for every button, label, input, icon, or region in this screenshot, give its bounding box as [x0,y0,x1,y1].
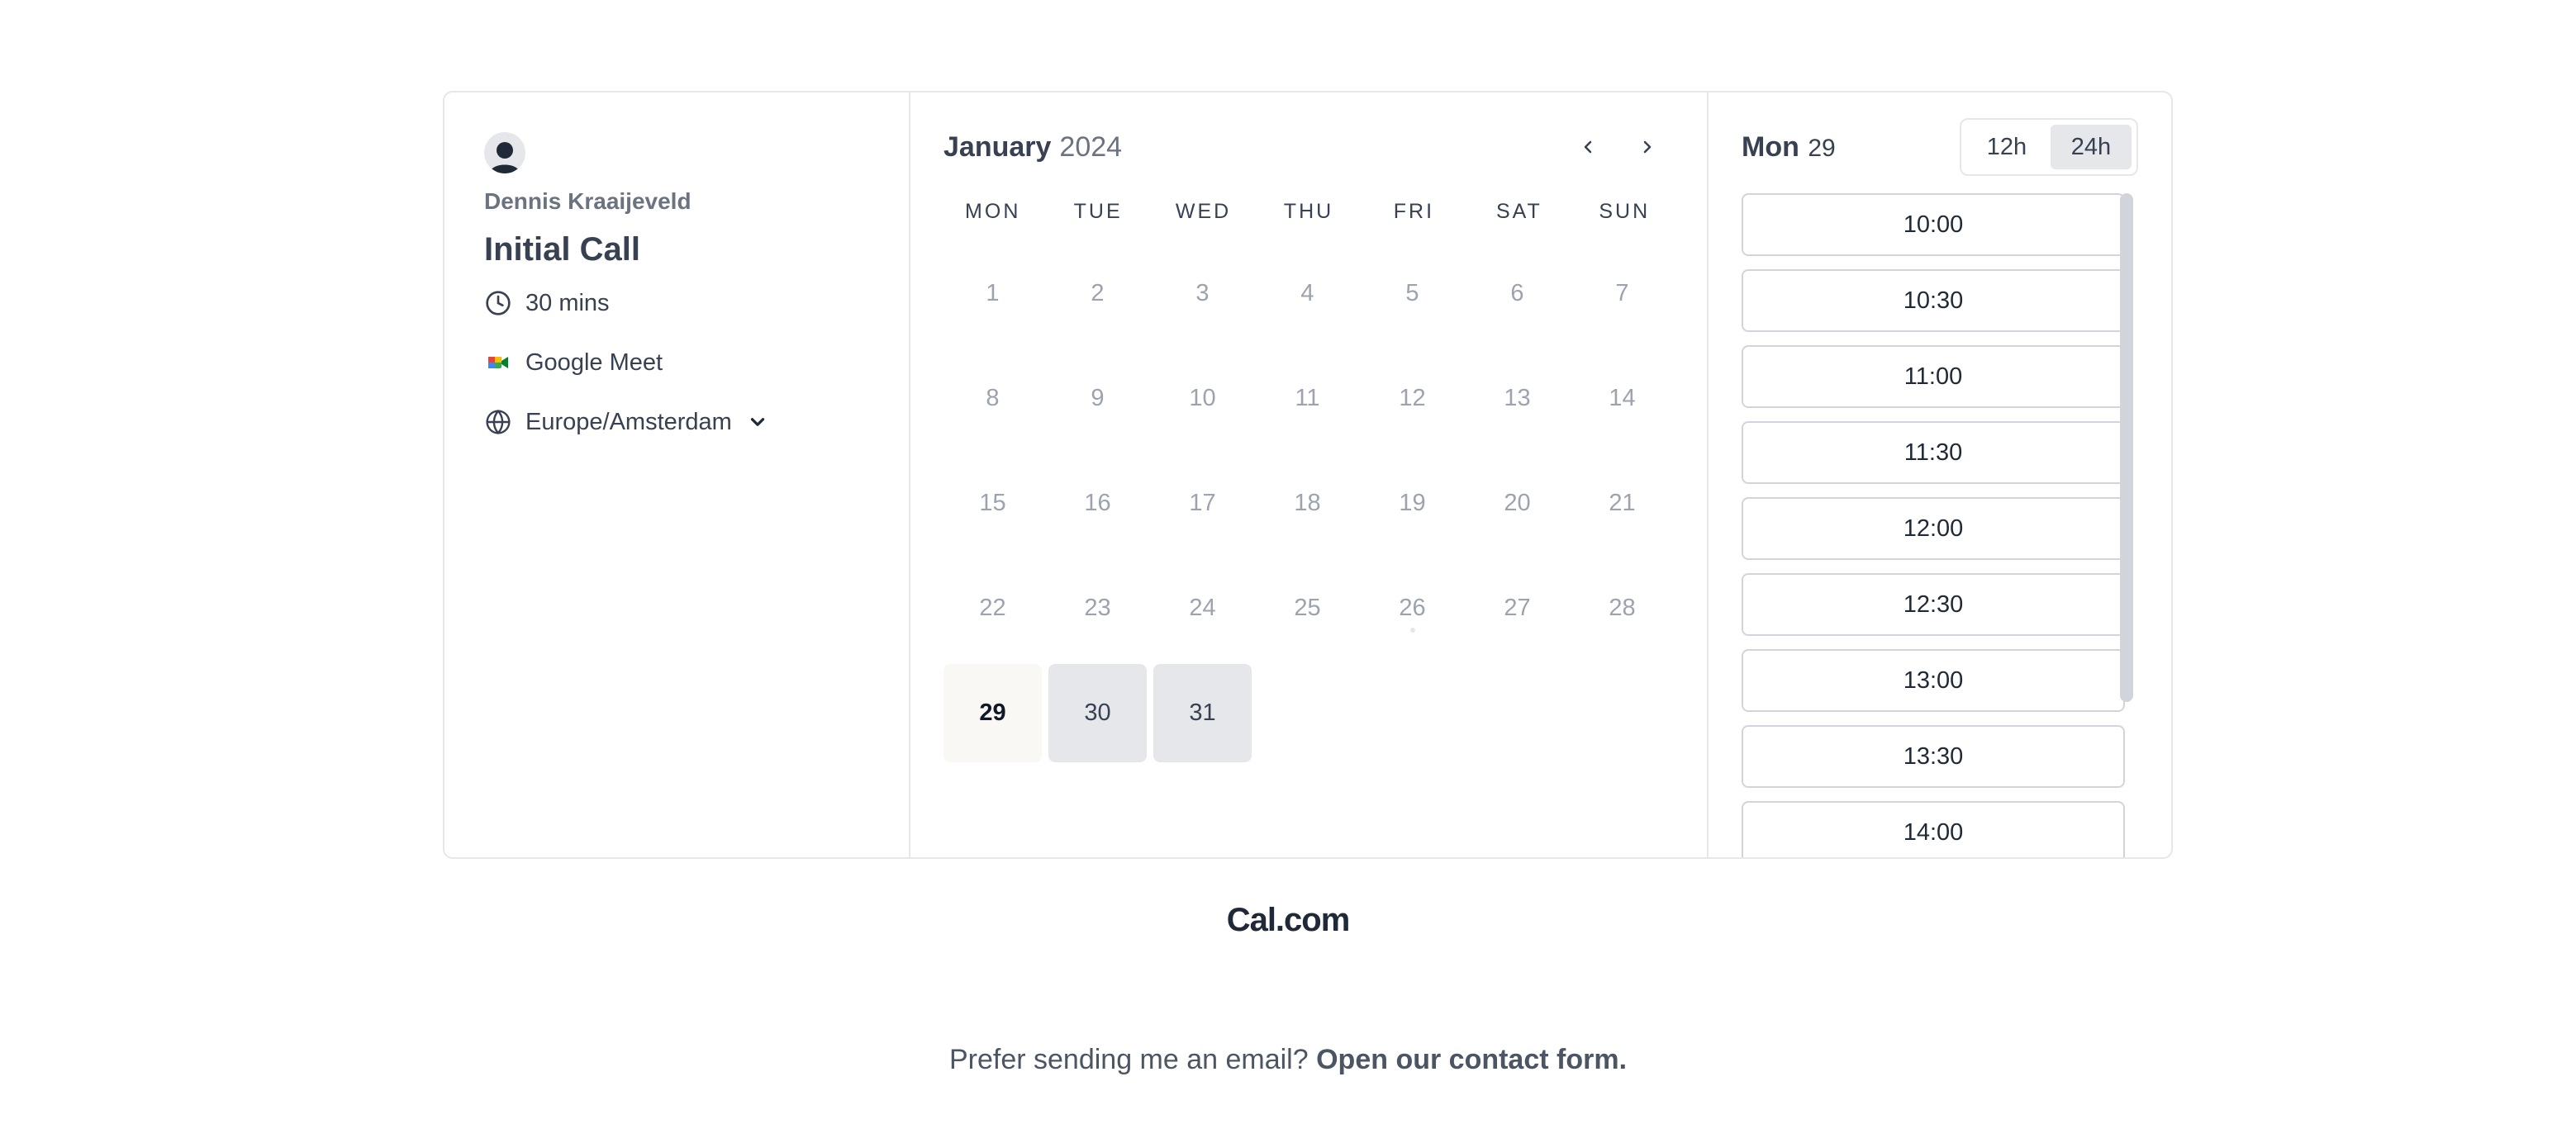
chevron-right-icon [1643,140,1652,154]
calendar-day-31[interactable]: 31 [1153,664,1252,762]
calendar-day-15: 15 [979,490,1006,516]
calendar-day-1: 1 [986,280,1000,306]
location-label: Google Meet [525,349,663,376]
event-info-panel: Dennis Kraaijeveld Initial Call 30 mins … [444,92,910,857]
time-slot-button[interactable]: 12:00 [1742,497,2125,560]
timezone-label: Europe/Amsterdam [525,408,732,435]
calendar-day-2: 2 [1091,280,1105,306]
calendar-day-22: 22 [979,595,1006,621]
weekday-header: MON TUE WED THU FRI SAT SUN [943,195,1674,228]
time-slot-button[interactable]: 11:30 [1742,421,2125,484]
calendar-day-24: 24 [1189,595,1216,621]
brand-logo[interactable]: Cal.com [0,902,2576,939]
calendar-panel: January 2024 MON TUE WED THU FRI SAT SUN 123456… [910,92,1709,857]
calendar-day-14: 14 [1609,385,1636,411]
month-year: January 2024 [943,131,1122,164]
calendar-day-10: 10 [1189,385,1216,411]
selected-day-name: Mon [1742,130,1799,163]
calendar-day-3: 3 [1195,280,1210,306]
calendar-day-23: 23 [1084,595,1111,621]
chevron-left-icon [1584,140,1592,154]
calendar-day-26: 26 [1363,559,1461,657]
location-row: Google Meet [484,343,869,382]
calendar-day-4: 4 [1300,280,1314,306]
calendar-day-6: 6 [1510,280,1524,306]
time-slot-button[interactable]: 10:30 [1742,269,2125,332]
time-slot-button[interactable]: 13:00 [1742,649,2125,712]
calendar-day-8: 8 [986,385,1000,411]
calendar-day-29[interactable]: 29 [943,664,1042,762]
calendar-day-13: 13 [1504,385,1531,411]
time-slots-panel: Mon 29 12h 24h 10:00 10:30 11:00 11:30 12:00… [1709,92,2171,857]
weekday-label: SAT [1495,200,1542,223]
calendar-day-5: 5 [1405,280,1419,306]
google-meet-icon [484,349,512,377]
time-slot-button[interactable]: 13:30 [1742,725,2125,788]
prev-month-button[interactable] [1568,127,1608,167]
slots-scrollbar[interactable] [2120,193,2133,702]
event-title: Initial Call [484,231,640,268]
calendar-day-28: 28 [1609,595,1636,621]
footer-prompt: Prefer sending me an email? Open our con… [0,1044,2576,1076]
month-label: January [943,130,1052,163]
calendar-day-19: 19 [1399,490,1426,516]
format-12h-button[interactable]: 12h [1966,125,2047,169]
time-slot-button[interactable]: 10:00 [1742,193,2125,256]
user-avatar-icon [484,132,525,173]
duration-row: 30 mins [484,283,869,323]
time-slot-button[interactable]: 11:00 [1742,345,2125,408]
booking-card: Dennis Kraaijeveld Initial Call 30 mins … [443,91,2173,859]
weekday-label: MON [965,200,1021,223]
time-slot-list: 10:00 10:30 11:00 11:30 12:00 12:30 13:00 13:30… [1742,193,2125,857]
calendar-day-11: 11 [1295,385,1320,411]
globe-icon [484,408,512,436]
time-format-toggle: 12h 24h [1960,118,2138,176]
year-label: 2024 [1059,130,1123,163]
time-slot-button[interactable]: 12:30 [1742,573,2125,636]
month-nav [1568,127,1667,167]
calendar-day-7: 7 [1615,280,1629,306]
weekday-label: FRI [1393,200,1435,223]
timezone-selector[interactable]: Europe/Amsterdam [484,402,869,442]
format-24h-button[interactable]: 24h [2051,125,2132,169]
weekday-label: SUN [1599,200,1651,223]
calendar-day-17: 17 [1189,490,1216,516]
next-month-button[interactable] [1628,127,1667,167]
calendar-day-20: 20 [1504,490,1531,516]
chevron-down-icon [745,410,770,434]
calendar-day-9: 9 [1091,385,1105,411]
calendar-day-16: 16 [1084,490,1111,516]
calendar-day-25: 25 [1294,595,1321,621]
weekday-label: TUE [1073,200,1123,223]
calendar-day-30[interactable]: 30 [1048,664,1147,762]
contact-form-link[interactable]: Open our contact form. [1316,1044,1627,1075]
footer-text: Prefer sending me an email? [948,1044,1309,1075]
weekday-label: WED [1175,200,1232,223]
time-slot-button[interactable]: 14:00 [1742,801,2125,857]
day-grid: 1 2 3 4 5 6 7 8 9 10 11 12 13 14 15 16 17 18 19 20 21 22 23 24 2… [943,244,1674,762]
weekday-label: THU [1283,200,1334,223]
clock-icon [484,289,512,317]
selected-date: Mon 29 [1742,131,1836,164]
organizer-name: Dennis Kraaijeveld [484,188,692,214]
duration-label: 30 mins [525,289,610,316]
slots-header: Mon 29 12h 24h [1742,118,2138,176]
selected-day-number: 29 [1808,134,1836,162]
calendar-day-27: 27 [1504,595,1531,621]
calendar-header: January 2024 [943,122,1674,172]
calendar-day-21: 21 [1609,490,1636,516]
calendar-day-18: 18 [1294,490,1321,516]
calendar-day-12: 12 [1399,385,1426,411]
